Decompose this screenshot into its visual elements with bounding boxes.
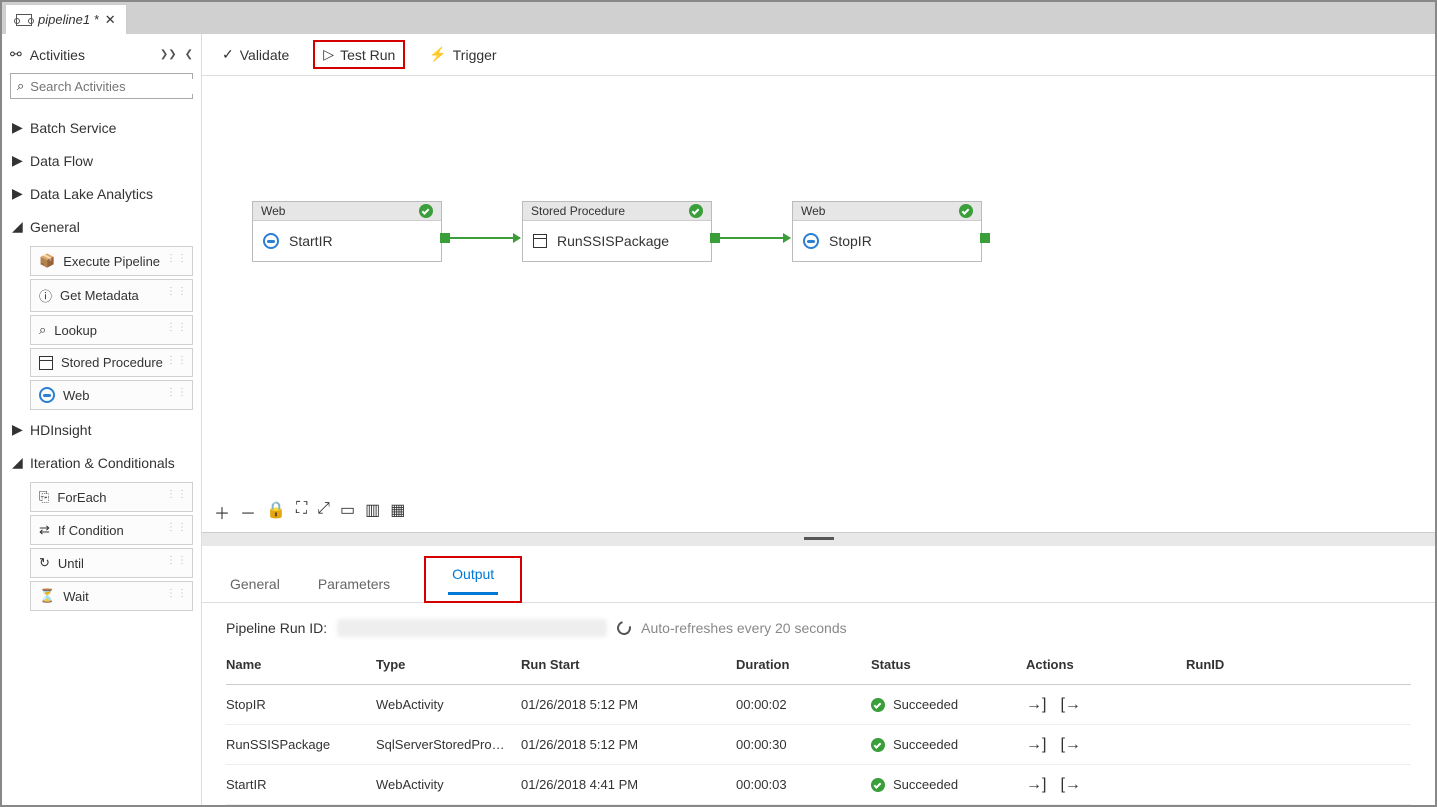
- tab-general[interactable]: General: [226, 570, 284, 602]
- activity-until[interactable]: ↻Until⋮⋮: [30, 548, 193, 578]
- validate-button[interactable]: ✓Validate: [222, 46, 289, 63]
- activity-get-metadata[interactable]: ⓘGet Metadata⋮⋮: [30, 279, 193, 312]
- table-row: RunSSISPackage SqlServerStoredPro… 01/26…: [226, 725, 1411, 765]
- web-icon: [39, 387, 55, 403]
- collapse-all-icon[interactable]: ❯❯: [160, 49, 177, 60]
- connector: [720, 237, 790, 239]
- foreach-icon: ⎘: [39, 489, 49, 505]
- activity-if-condition[interactable]: ⇄If Condition⋮⋮: [30, 515, 193, 545]
- col-runstart: Run Start: [521, 657, 736, 672]
- run-id-value: [337, 619, 607, 637]
- run-id-label: Pipeline Run ID:: [226, 620, 327, 636]
- zoom-in-icon[interactable]: ＋: [214, 500, 230, 524]
- share-icon: ⚯: [10, 46, 22, 63]
- panel-resize-handle[interactable]: [202, 532, 1435, 546]
- cat-batch-service[interactable]: ▶Batch Service: [8, 111, 195, 144]
- sidebar-title: Activities: [30, 47, 85, 63]
- node-startir[interactable]: Web StartIR: [252, 201, 442, 262]
- output-grid: Name Type Run Start Duration Status Acti…: [202, 645, 1435, 805]
- sidebar-header: ⚯ Activities ❯❯ ❮: [8, 42, 195, 67]
- node-stopir[interactable]: Web StopIR: [792, 201, 982, 262]
- pipeline-canvas[interactable]: Web StartIR Stored Procedure RunSSISPack…: [202, 76, 1435, 532]
- input-icon[interactable]: →]: [1026, 776, 1046, 794]
- col-runid: RunID: [1186, 657, 1411, 672]
- output-icon[interactable]: [→: [1060, 696, 1080, 714]
- success-icon: [871, 738, 885, 752]
- activity-wait[interactable]: ⏳Wait⋮⋮: [30, 581, 193, 611]
- connector-handle[interactable]: [710, 233, 720, 243]
- tab-parameters[interactable]: Parameters: [314, 570, 394, 602]
- input-icon[interactable]: →]: [1026, 736, 1046, 754]
- success-badge-icon: [689, 204, 703, 218]
- test-run-button[interactable]: ▷Test Run: [313, 40, 405, 69]
- col-status: Status: [871, 657, 1026, 672]
- web-icon: [803, 233, 819, 249]
- tab-bar: pipeline1 * ✕: [2, 2, 1435, 34]
- wait-icon: ⏳: [39, 588, 55, 604]
- expand-icon[interactable]: ❮: [185, 49, 193, 60]
- success-badge-icon: [959, 204, 973, 218]
- lock-icon[interactable]: 🔒: [266, 500, 286, 524]
- connector-handle[interactable]: [980, 233, 990, 243]
- align-icon[interactable]: ▥: [365, 500, 380, 524]
- execute-pipeline-icon: 📦: [39, 253, 55, 269]
- until-icon: ↻: [39, 555, 50, 571]
- search-activities[interactable]: ⌕: [10, 73, 193, 99]
- tab-output[interactable]: Output: [448, 560, 498, 595]
- output-icon[interactable]: [→: [1060, 776, 1080, 794]
- panel-tabs: General Parameters Output: [202, 546, 1435, 603]
- pipeline-toolbar: ✓Validate ▷Test Run ⚡Trigger: [202, 34, 1435, 76]
- refresh-icon[interactable]: [615, 618, 634, 637]
- play-icon: ▷: [323, 46, 334, 63]
- web-icon: [263, 233, 279, 249]
- trigger-button[interactable]: ⚡Trigger: [429, 46, 496, 63]
- table-row: StopIR WebActivity 01/26/2018 5:12 PM 00…: [226, 685, 1411, 725]
- close-icon[interactable]: ✕: [105, 12, 116, 28]
- activities-sidebar: ⚯ Activities ❯❯ ❮ ⌕ ▶Batch Service ▶Data…: [2, 34, 202, 805]
- connector-handle[interactable]: [440, 233, 450, 243]
- pipeline-tab[interactable]: pipeline1 * ✕: [5, 4, 127, 34]
- tab-title: pipeline1 *: [38, 12, 99, 27]
- cat-data-flow[interactable]: ▶Data Flow: [8, 144, 195, 177]
- search-input[interactable]: [30, 79, 202, 94]
- lookup-icon: ⌕: [39, 322, 46, 338]
- cat-data-lake-analytics[interactable]: ▶Data Lake Analytics: [8, 177, 195, 210]
- fullscreen-icon[interactable]: ⤢: [317, 500, 330, 524]
- activity-stored-procedure[interactable]: Stored Procedure⋮⋮: [30, 348, 193, 377]
- activity-foreach[interactable]: ⎘ForEach⋮⋮: [30, 482, 193, 512]
- cat-hdinsight[interactable]: ▶HDInsight: [8, 413, 195, 446]
- check-icon: ✓: [222, 46, 234, 63]
- canvas-tools: ＋ － 🔒 ⛶ ⤢ ▭ ▥ ▦: [214, 500, 405, 524]
- col-name: Name: [226, 657, 376, 672]
- stored-procedure-icon: [533, 234, 547, 248]
- zoom-out-icon[interactable]: －: [240, 500, 256, 524]
- success-icon: [871, 698, 885, 712]
- activity-lookup[interactable]: ⌕Lookup⋮⋮: [30, 315, 193, 345]
- col-type: Type: [376, 657, 521, 672]
- node-runssispackage[interactable]: Stored Procedure RunSSISPackage: [522, 201, 712, 262]
- fit-icon[interactable]: ⛶: [296, 500, 307, 524]
- if-icon: ⇄: [39, 522, 50, 538]
- select-icon[interactable]: ▭: [340, 500, 355, 524]
- auto-refresh-text: Auto-refreshes every 20 seconds: [641, 620, 846, 636]
- connector: [450, 237, 520, 239]
- success-icon: [871, 778, 885, 792]
- run-info: Pipeline Run ID: Auto-refreshes every 20…: [202, 603, 1435, 645]
- search-icon: ⌕: [17, 78, 24, 94]
- col-actions: Actions: [1026, 657, 1186, 672]
- layout-icon[interactable]: ▦: [390, 500, 405, 524]
- input-icon[interactable]: →]: [1026, 696, 1046, 714]
- trigger-icon: ⚡: [429, 46, 446, 63]
- info-icon: ⓘ: [39, 286, 52, 305]
- stored-procedure-icon: [39, 356, 53, 370]
- activity-web[interactable]: Web⋮⋮: [30, 380, 193, 410]
- activity-execute-pipeline[interactable]: 📦Execute Pipeline⋮⋮: [30, 246, 193, 276]
- col-duration: Duration: [736, 657, 871, 672]
- cat-iteration-conditionals[interactable]: ◢Iteration & Conditionals: [8, 446, 195, 479]
- output-icon[interactable]: [→: [1060, 736, 1080, 754]
- cat-general[interactable]: ◢General: [8, 210, 195, 243]
- pipeline-icon: [16, 14, 32, 26]
- success-badge-icon: [419, 204, 433, 218]
- table-row: StartIR WebActivity 01/26/2018 4:41 PM 0…: [226, 765, 1411, 805]
